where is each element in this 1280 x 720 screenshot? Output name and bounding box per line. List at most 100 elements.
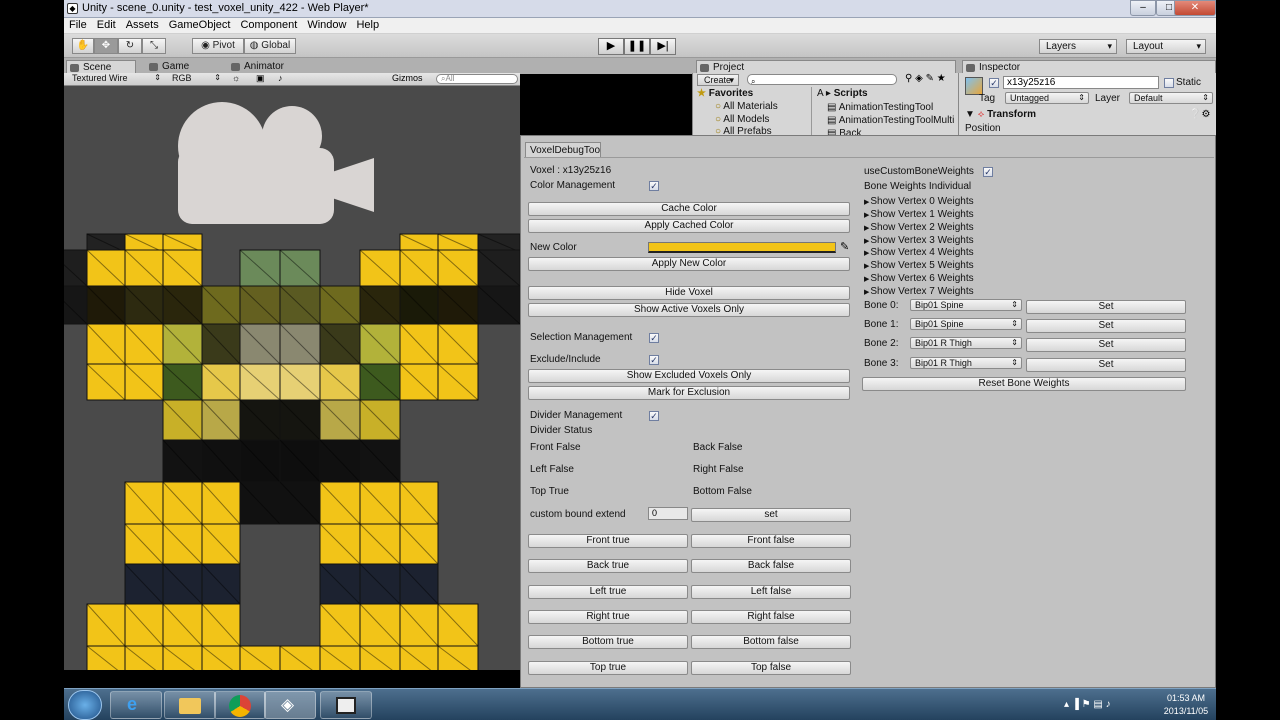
eyedropper-icon[interactable]: ✎ [840, 240, 849, 253]
voxel-cell[interactable] [279, 645, 321, 670]
web-player-icon[interactable] [320, 691, 372, 719]
left-false-button[interactable]: Left false [691, 585, 851, 599]
show-vertex-5-foldout[interactable]: Show Vertex 5 Weights [864, 260, 973, 273]
component-settings-icon[interactable]: ❔⚙ [1189, 109, 1210, 120]
bone-3-set-button[interactable]: Set [1026, 358, 1186, 372]
bone-0-set-button[interactable]: Set [1026, 300, 1186, 314]
show-vertex-4-foldout[interactable]: Show Vertex 4 Weights [864, 247, 973, 260]
right-true-button[interactable]: Right true [528, 610, 688, 624]
apply-cached-color-button[interactable]: Apply Cached Color [528, 219, 850, 233]
play-button[interactable]: ▶ [598, 38, 624, 55]
pivot-toggle[interactable]: ◉ Pivot [192, 38, 244, 54]
bottom-true-button[interactable]: Bottom true [528, 635, 688, 649]
tab-scene[interactable]: Scene [66, 60, 136, 74]
show-excluded-voxels-button[interactable]: Show Excluded Voxels Only [528, 369, 850, 383]
bone-1-set-button[interactable]: Set [1026, 319, 1186, 333]
taskbar-clock[interactable]: 01:53 AM 2013/11/05 [1156, 692, 1216, 718]
tab-voxel-debug-tool[interactable]: VoxelDebugTool [525, 142, 601, 158]
layer-dropdown[interactable]: Default [1129, 92, 1213, 104]
menu-edit[interactable]: Edit [97, 19, 116, 31]
lighting-icon[interactable]: ☼ [232, 73, 240, 83]
scale-tool-icon[interactable]: ⤡ [142, 38, 166, 54]
menu-assets[interactable]: Assets [126, 19, 159, 31]
gizmos-dropdown[interactable]: Gizmos [392, 73, 423, 83]
unity-taskbar-icon[interactable]: ◈ [264, 691, 316, 719]
show-vertex-0-foldout[interactable]: Show Vertex 0 Weights [864, 196, 973, 209]
create-dropdown[interactable]: Create [697, 74, 739, 86]
apply-new-color-button[interactable]: Apply New Color [528, 257, 850, 271]
project-search-input[interactable]: ⌕ [747, 74, 897, 86]
render-mode-dropdown[interactable]: Textured Wire [68, 73, 164, 85]
menu-component[interactable]: Component [240, 19, 297, 31]
bone-3-dropdown[interactable]: Bip01 R Thigh [910, 357, 1022, 369]
selection-management-checkbox[interactable]: ✓ [649, 333, 659, 343]
tray-icons[interactable]: ▴ ▐ ⚑ ▤ ♪ [1064, 699, 1111, 710]
cache-color-button[interactable]: Cache Color [528, 202, 850, 216]
fav-item-materials[interactable]: ○ All Materials [715, 101, 778, 113]
bottom-false-button[interactable]: Bottom false [691, 635, 851, 649]
start-button[interactable] [68, 690, 102, 720]
color-management-checkbox[interactable]: ✓ [649, 181, 659, 191]
bone-2-set-button[interactable]: Set [1026, 338, 1186, 352]
tag-dropdown[interactable]: Untagged [1005, 92, 1089, 104]
hide-voxel-button[interactable]: Hide Voxel [528, 286, 850, 300]
voxel-cell[interactable] [124, 645, 164, 670]
voxel-cell[interactable] [359, 645, 401, 670]
voxel-cell[interactable] [239, 645, 281, 670]
tab-game[interactable]: Game [146, 60, 210, 74]
scene-canvas[interactable] [64, 86, 520, 670]
voxel-cell[interactable] [319, 645, 361, 670]
voxel-cell[interactable] [399, 645, 439, 670]
close-button[interactable]: ✕ [1174, 0, 1216, 16]
bone-0-dropdown[interactable]: Bip01 Spine [910, 299, 1022, 311]
fav-item-models[interactable]: ○ All Models [715, 114, 769, 126]
static-checkbox[interactable] [1164, 78, 1174, 88]
divider-management-checkbox[interactable]: ✓ [649, 411, 659, 421]
show-vertex-2-foldout[interactable]: Show Vertex 2 Weights [864, 222, 973, 235]
menu-gameobject[interactable]: GameObject [169, 19, 231, 31]
tab-inspector[interactable]: Inspector [962, 60, 1216, 74]
menu-help[interactable]: Help [356, 19, 379, 31]
show-vertex-7-foldout[interactable]: Show Vertex 7 Weights [864, 286, 973, 299]
rotate-tool-icon[interactable]: ↻ [118, 38, 142, 54]
bone-1-dropdown[interactable]: Bip01 Spine [910, 318, 1022, 330]
custom-bound-input[interactable]: 0 [648, 507, 688, 520]
custom-bound-set-button[interactable]: set [691, 508, 851, 522]
bone-2-dropdown[interactable]: Bip01 R Thigh [910, 337, 1022, 349]
mark-for-exclusion-button[interactable]: Mark for Exclusion [528, 386, 850, 400]
move-tool-icon[interactable]: ✥ [94, 38, 118, 54]
back-false-button[interactable]: Back false [691, 559, 851, 573]
voxel-cell[interactable] [86, 645, 126, 670]
active-checkbox[interactable]: ✓ [989, 78, 999, 88]
layers-dropdown[interactable]: Layers [1039, 39, 1117, 54]
use-custom-bone-weights-checkbox[interactable]: ✓ [983, 167, 993, 177]
filter-icons[interactable]: ⚲ ◈ ✎ ★ [905, 73, 946, 84]
audio-icon[interactable]: ♪ [278, 73, 283, 83]
pause-button[interactable]: ❚❚ [624, 38, 650, 55]
exclude-include-checkbox[interactable]: ✓ [649, 355, 659, 365]
file-explorer-icon[interactable] [164, 691, 216, 719]
voxel-cell[interactable] [201, 645, 241, 670]
right-false-button[interactable]: Right false [691, 610, 851, 624]
hand-tool-icon[interactable]: ✋ [72, 38, 94, 54]
file-item[interactable]: ▤ AnimationTestingTool [827, 102, 933, 114]
scene-search-input[interactable]: ⌕All [436, 74, 518, 84]
color-mode-dropdown[interactable]: RGB [168, 73, 224, 85]
menu-file[interactable]: File [69, 19, 87, 31]
step-button[interactable]: ▶| [650, 38, 676, 55]
front-true-button[interactable]: Front true [528, 534, 688, 548]
new-color-swatch[interactable] [648, 242, 836, 253]
chrome-icon[interactable] [214, 691, 266, 719]
tab-animator[interactable]: Animator [228, 60, 308, 74]
voxel-cell[interactable] [162, 645, 203, 670]
show-active-voxels-button[interactable]: Show Active Voxels Only [528, 303, 850, 317]
scene-viewport[interactable] [64, 86, 520, 670]
minimize-button[interactable]: – [1130, 0, 1156, 16]
internet-explorer-icon[interactable]: e [110, 691, 162, 719]
back-true-button[interactable]: Back true [528, 559, 688, 573]
transform-header[interactable]: ▼ ⟡ Transform [965, 109, 1036, 121]
tab-project[interactable]: Project [696, 60, 956, 74]
image-icon[interactable]: ▣ [256, 73, 265, 84]
favorites-header[interactable]: ★ Favorites [697, 88, 753, 100]
global-toggle[interactable]: ◍ Global [244, 38, 296, 54]
